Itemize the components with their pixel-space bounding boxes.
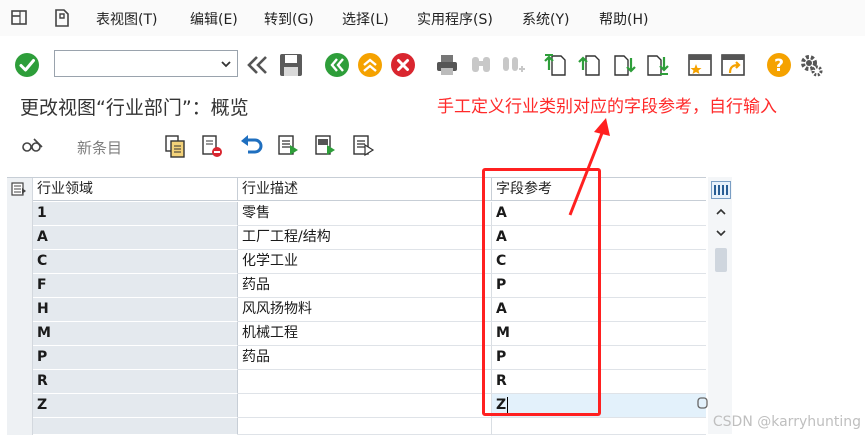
menu-edit[interactable]: 编辑(E) [190, 9, 238, 29]
check-icon[interactable] [14, 52, 40, 78]
field-reference-value: Z [496, 397, 507, 413]
industry-description-cell[interactable] [238, 418, 492, 435]
menu-table-view[interactable]: 表视图(T) [96, 9, 157, 29]
delete-entry-icon[interactable] [200, 133, 224, 159]
column-config-button[interactable] [711, 181, 731, 199]
table-row: M 机械工程 M [33, 322, 706, 346]
find-next-icon[interactable] [500, 52, 526, 78]
command-input[interactable] [55, 51, 215, 76]
shortcut-icon[interactable] [720, 52, 746, 78]
menu-selection[interactable]: 选择(L) [342, 9, 389, 29]
exit-icon[interactable] [357, 52, 383, 78]
menu-utilities[interactable]: 实用程序(S) [417, 9, 493, 29]
next-page-icon[interactable] [612, 52, 636, 78]
field-reference-cell[interactable]: R [492, 370, 706, 394]
field-reference-cell[interactable]: M [492, 322, 706, 346]
industry-description-cell[interactable]: 零售 [238, 202, 492, 226]
industry-description-cell[interactable] [238, 370, 492, 394]
undo-icon[interactable] [238, 134, 264, 158]
find-icon[interactable] [468, 52, 494, 78]
scroll-up-icon[interactable] [714, 206, 728, 218]
display-change-icon[interactable] [20, 135, 44, 157]
field-reference-cell[interactable]: A [492, 226, 706, 250]
new-entries-button[interactable]: 新条目 [77, 137, 122, 158]
field-reference-cell[interactable]: C [492, 250, 706, 274]
industry-sector-cell: 1 [33, 202, 238, 226]
deselect-all-icon[interactable] [351, 133, 375, 159]
table-row: R R [33, 370, 706, 394]
industry-description-cell[interactable]: 工厂工程/结构 [238, 226, 492, 250]
back-icon[interactable] [324, 52, 350, 78]
industry-sector-cell: C [33, 250, 238, 274]
new-session-icon[interactable] [687, 52, 713, 78]
menu-system[interactable]: 系统(Y) [522, 9, 569, 29]
scrollbar-thumb[interactable] [715, 248, 727, 272]
back-double-chevron-icon[interactable] [245, 54, 269, 76]
chevron-down-icon[interactable] [220, 58, 232, 70]
industry-sector-cell: H [33, 298, 238, 322]
industry-sector-cell: F [33, 274, 238, 298]
field-reference-cell[interactable]: P [492, 346, 706, 370]
table-row: C 化学工业 C [33, 250, 706, 274]
last-page-icon[interactable] [645, 52, 669, 78]
industry-description-cell[interactable]: 风风扬物料 [238, 298, 492, 322]
industry-description-cell[interactable]: 机械工程 [238, 322, 492, 346]
menu-help[interactable]: 帮助(H) [599, 9, 648, 29]
row-selector-column[interactable] [7, 178, 33, 435]
select-all-icon[interactable] [276, 133, 300, 159]
field-reference-input-active[interactable]: Z [492, 394, 706, 418]
settings-icon[interactable] [798, 52, 824, 78]
save-icon[interactable] [278, 52, 304, 78]
select-block-icon[interactable] [313, 133, 337, 159]
industry-description-cell[interactable]: 药品 [238, 274, 492, 298]
table-row: Z Z [33, 394, 706, 418]
annotation-arrow-icon [568, 118, 610, 216]
table-row-empty [33, 418, 706, 435]
print-icon[interactable] [434, 52, 460, 78]
watermark: CSDN @karryhunting [712, 414, 861, 430]
field-reference-cell[interactable] [492, 418, 706, 435]
standard-toolbar: ? [0, 36, 865, 92]
menu-toggle-icon[interactable] [10, 8, 30, 28]
prev-page-icon[interactable] [578, 52, 602, 78]
table-row: F 药品 P [33, 274, 706, 298]
help-icon[interactable]: ? [766, 52, 792, 78]
industry-description-cell[interactable]: 化学工业 [238, 250, 492, 274]
industry-sector-cell: M [33, 322, 238, 346]
scroll-down-icon[interactable] [714, 227, 728, 239]
column-header-industry-sector[interactable]: 行业领域 [33, 178, 238, 201]
field-reference-cell[interactable]: A [492, 298, 706, 322]
industry-sector-cell [33, 418, 238, 435]
industry-sector-cell: A [33, 226, 238, 250]
industry-sector-cell: R [33, 370, 238, 394]
text-cursor [507, 397, 509, 413]
table-row: H 风风扬物料 A [33, 298, 706, 322]
column-config-icon [714, 185, 728, 195]
industry-sector-cell: Z [33, 394, 238, 418]
page-title: 更改视图“行业部门”：概览 [20, 97, 249, 119]
layout-icon[interactable] [52, 8, 72, 28]
menu-bar: 表视图(T) 编辑(E) 转到(G) 选择(L) 实用程序(S) 系统(Y) 帮… [0, 0, 865, 36]
industry-description-cell[interactable] [238, 394, 492, 418]
first-page-icon[interactable] [544, 52, 568, 78]
application-toolbar [0, 127, 865, 167]
cancel-icon[interactable] [390, 52, 416, 78]
column-header-industry-description[interactable]: 行业描述 [238, 178, 492, 201]
table-settings-icon[interactable] [11, 182, 27, 196]
field-reference-cell[interactable]: P [492, 274, 706, 298]
menu-goto[interactable]: 转到(G) [264, 9, 314, 29]
industry-description-cell[interactable]: 药品 [238, 346, 492, 370]
copy-entry-icon[interactable] [163, 133, 187, 159]
table-row: P 药品 P [33, 346, 706, 370]
industry-sector-cell: P [33, 346, 238, 370]
command-field[interactable] [54, 50, 238, 77]
table-row: A 工厂工程/结构 A [33, 226, 706, 250]
svg-text:?: ? [774, 56, 784, 76]
